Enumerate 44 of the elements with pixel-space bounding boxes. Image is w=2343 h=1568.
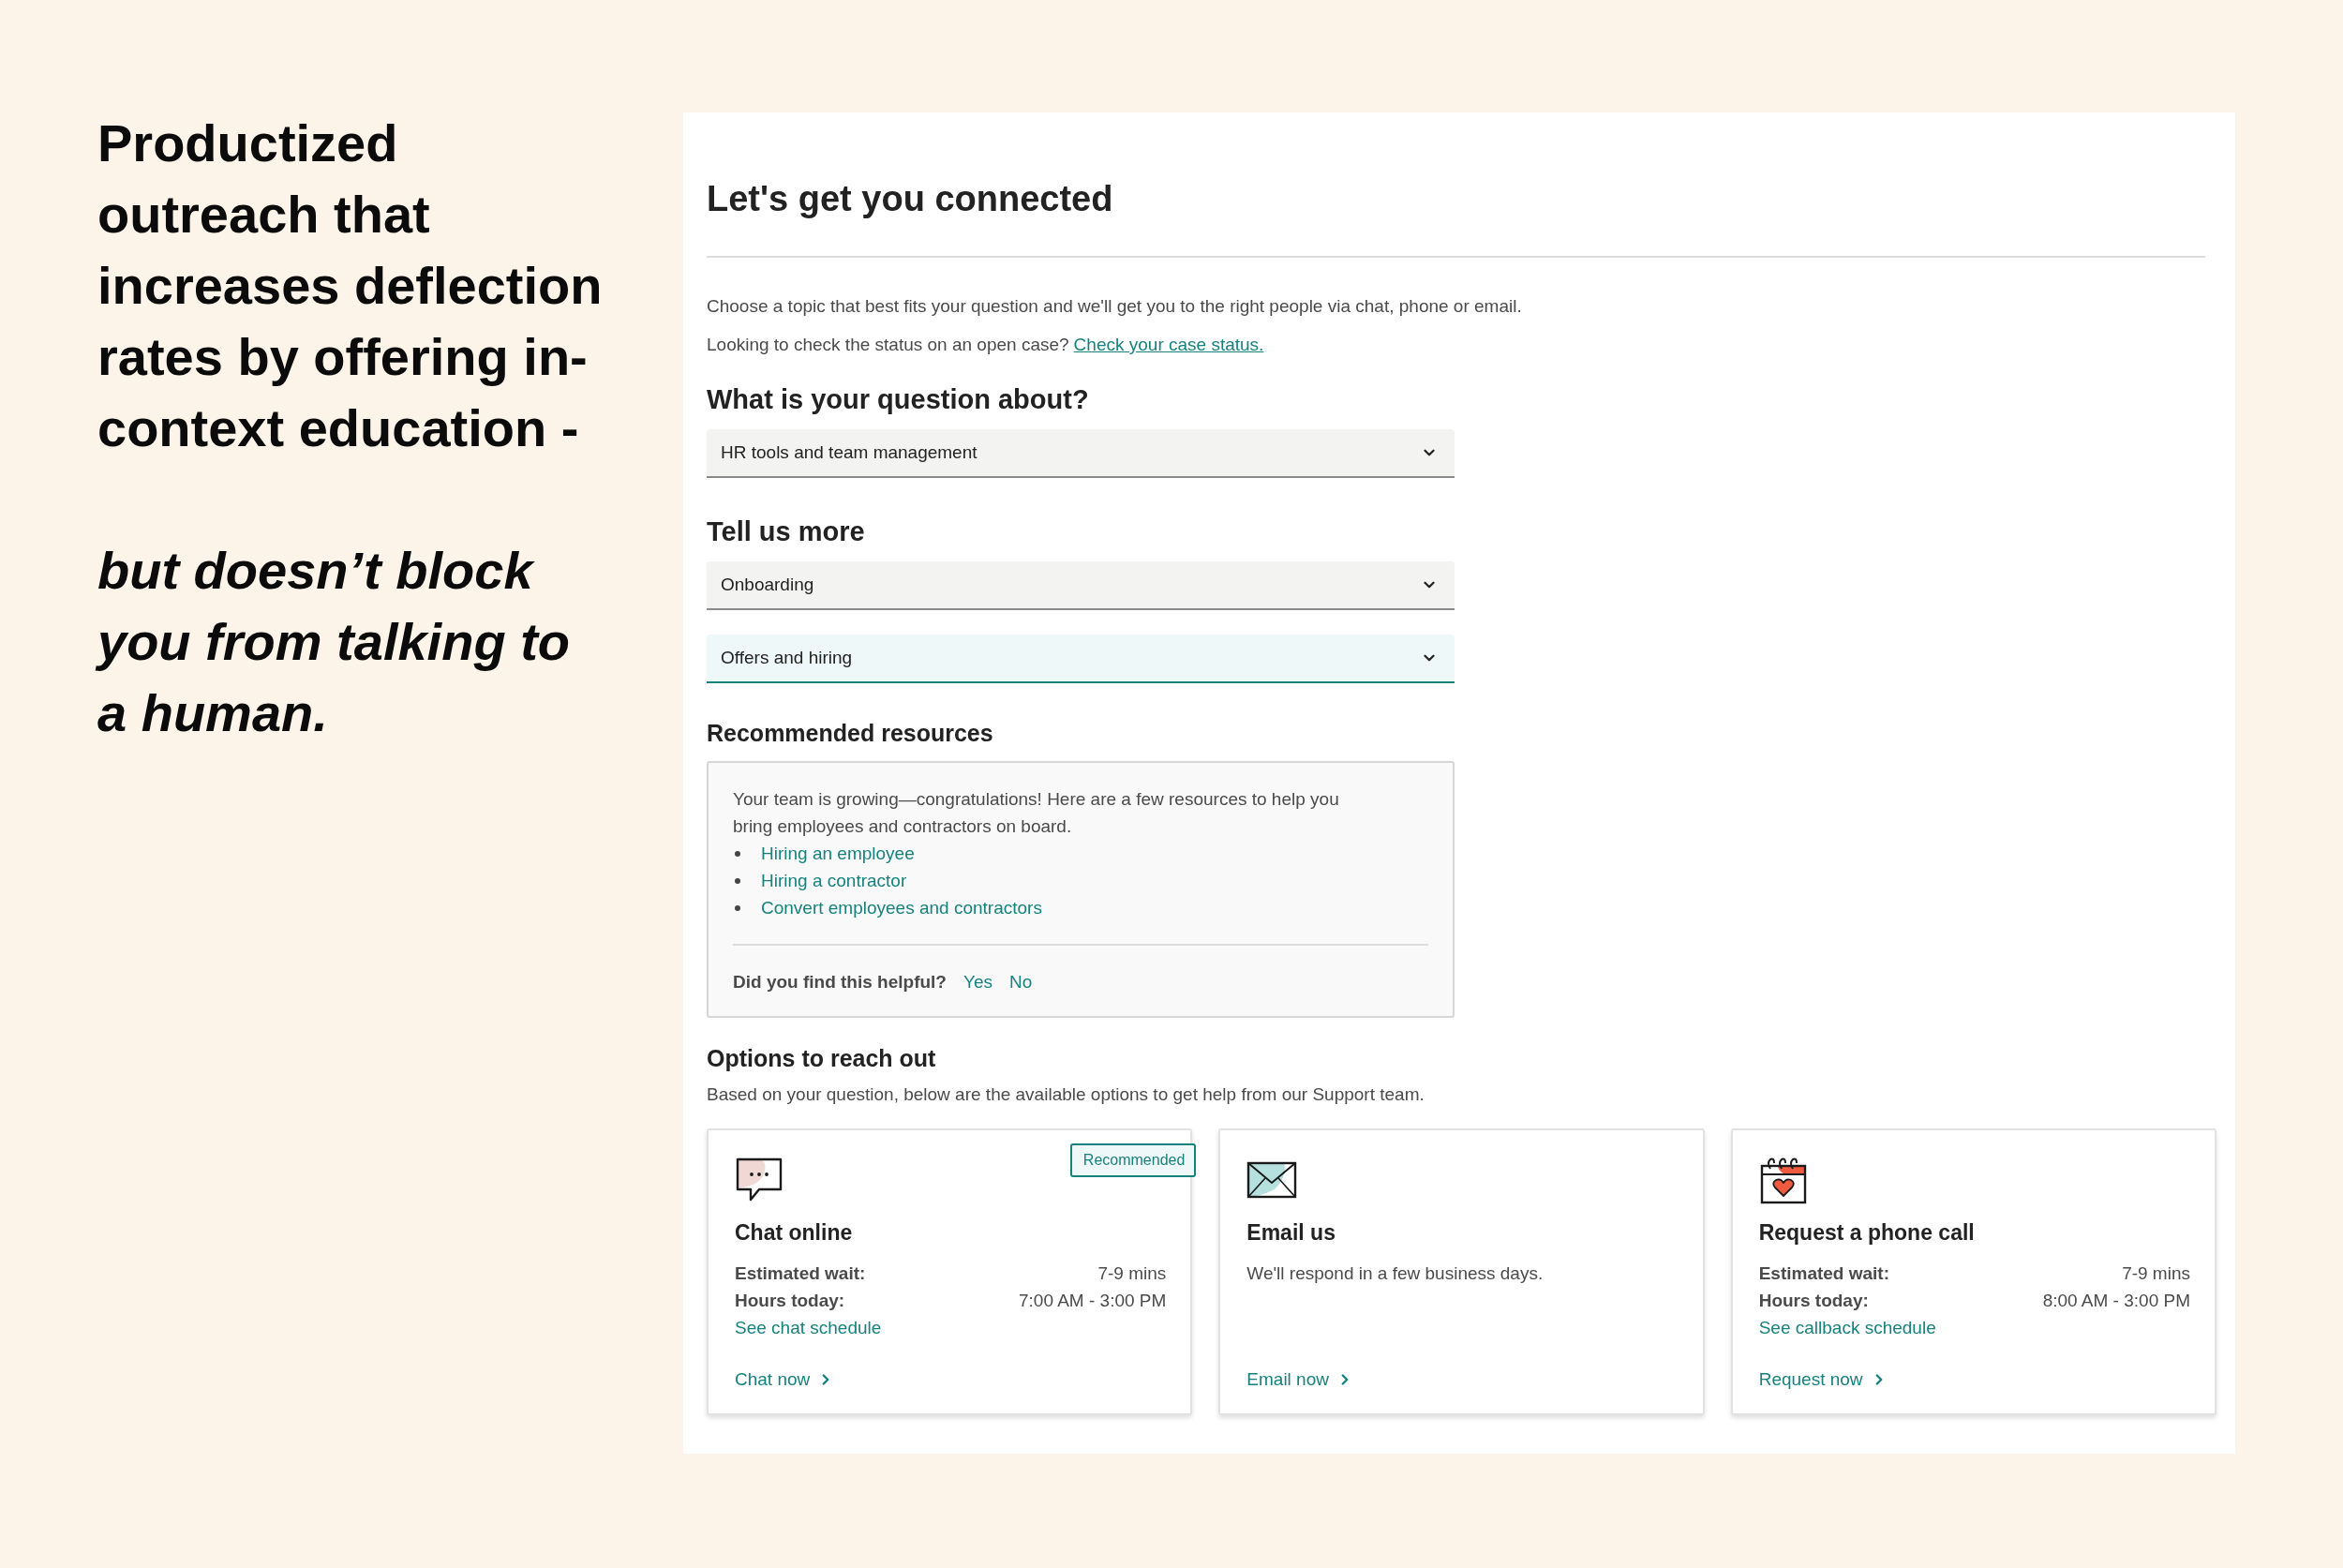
- detail-value: 7-9 mins: [1097, 1262, 1167, 1284]
- section-heading: Recommended resources: [707, 719, 994, 748]
- section-heading: Tell us more: [707, 515, 866, 548]
- bullet-icon: [735, 877, 740, 884]
- action-link[interactable]: Email now: [1246, 1366, 1353, 1393]
- detail-label: Estimated wait:: [1758, 1262, 1890, 1284]
- intro-text: Choose a topic that best fits your question and we'll get you to the right people via chat, phone or email.: [707, 295, 1523, 318]
- headline-text: Productized outreach that increases deflection rates by offering in-context education -: [97, 112, 604, 459]
- subtopic-select[interactable]: Onboarding: [707, 561, 1455, 610]
- detail-label: Hours today:: [735, 1290, 845, 1311]
- feedback-question: Did you find this helpful?: [733, 971, 947, 993]
- resource-link[interactable]: Hiring a contractor: [761, 867, 907, 894]
- feedback-option[interactable]: Yes: [963, 971, 992, 993]
- section-heading: What is your question about?: [707, 383, 1090, 416]
- detail-label: Hours today:: [1758, 1290, 1869, 1311]
- option-description: We'll respond in a few business days.: [1246, 1262, 1545, 1285]
- envelope-icon: [1246, 1161, 1298, 1199]
- calendar-heart-icon: [1758, 1156, 1808, 1204]
- case-status-link[interactable]: Check your case status.: [1073, 335, 1264, 354]
- recommended-badge: Recommended: [1069, 1143, 1197, 1177]
- detail-value: 7:00 AM - 3:00 PM: [1018, 1290, 1167, 1311]
- section-heading: Options to reach out: [707, 1044, 937, 1073]
- feedback-option[interactable]: No: [1009, 971, 1033, 993]
- bullet-icon: [735, 850, 740, 857]
- detail-value: 8:00 AM - 3:00 PM: [2042, 1290, 2190, 1311]
- option-title: Chat online: [735, 1219, 854, 1247]
- action-link[interactable]: Chat now: [735, 1366, 835, 1393]
- option-title: Request a phone call: [1758, 1219, 1976, 1247]
- resource-link[interactable]: Hiring an employee: [761, 840, 915, 867]
- option-title: Email us: [1246, 1219, 1336, 1247]
- resource-link[interactable]: Convert employees and contractors: [761, 894, 1042, 921]
- options-description: Based on your question, below are the available options to get help from our Support team.: [707, 1083, 1425, 1106]
- action-link[interactable]: Request now: [1758, 1366, 1888, 1393]
- detail-label: Estimated wait:: [735, 1262, 866, 1284]
- subtopic-select[interactable]: Offers and hiring: [707, 635, 1455, 683]
- topic-select[interactable]: HR tools and team management: [707, 429, 1455, 478]
- resources-message: Your team is growing—congratulations! Here are a few resources to help you bring employees and contractors on board.: [733, 788, 1340, 838]
- schedule-link[interactable]: See callback schedule: [1758, 1314, 1936, 1341]
- bullet-icon: [735, 904, 740, 911]
- detail-value: 7-9 mins: [2122, 1262, 2190, 1284]
- page-title: Let's get you connected: [707, 178, 1114, 220]
- schedule-link[interactable]: See chat schedule: [735, 1314, 882, 1341]
- tagline-text: but doesn’t block you from talking to a human.: [97, 540, 571, 744]
- case-status-prompt: Looking to check the status on an open case?: [707, 335, 1069, 354]
